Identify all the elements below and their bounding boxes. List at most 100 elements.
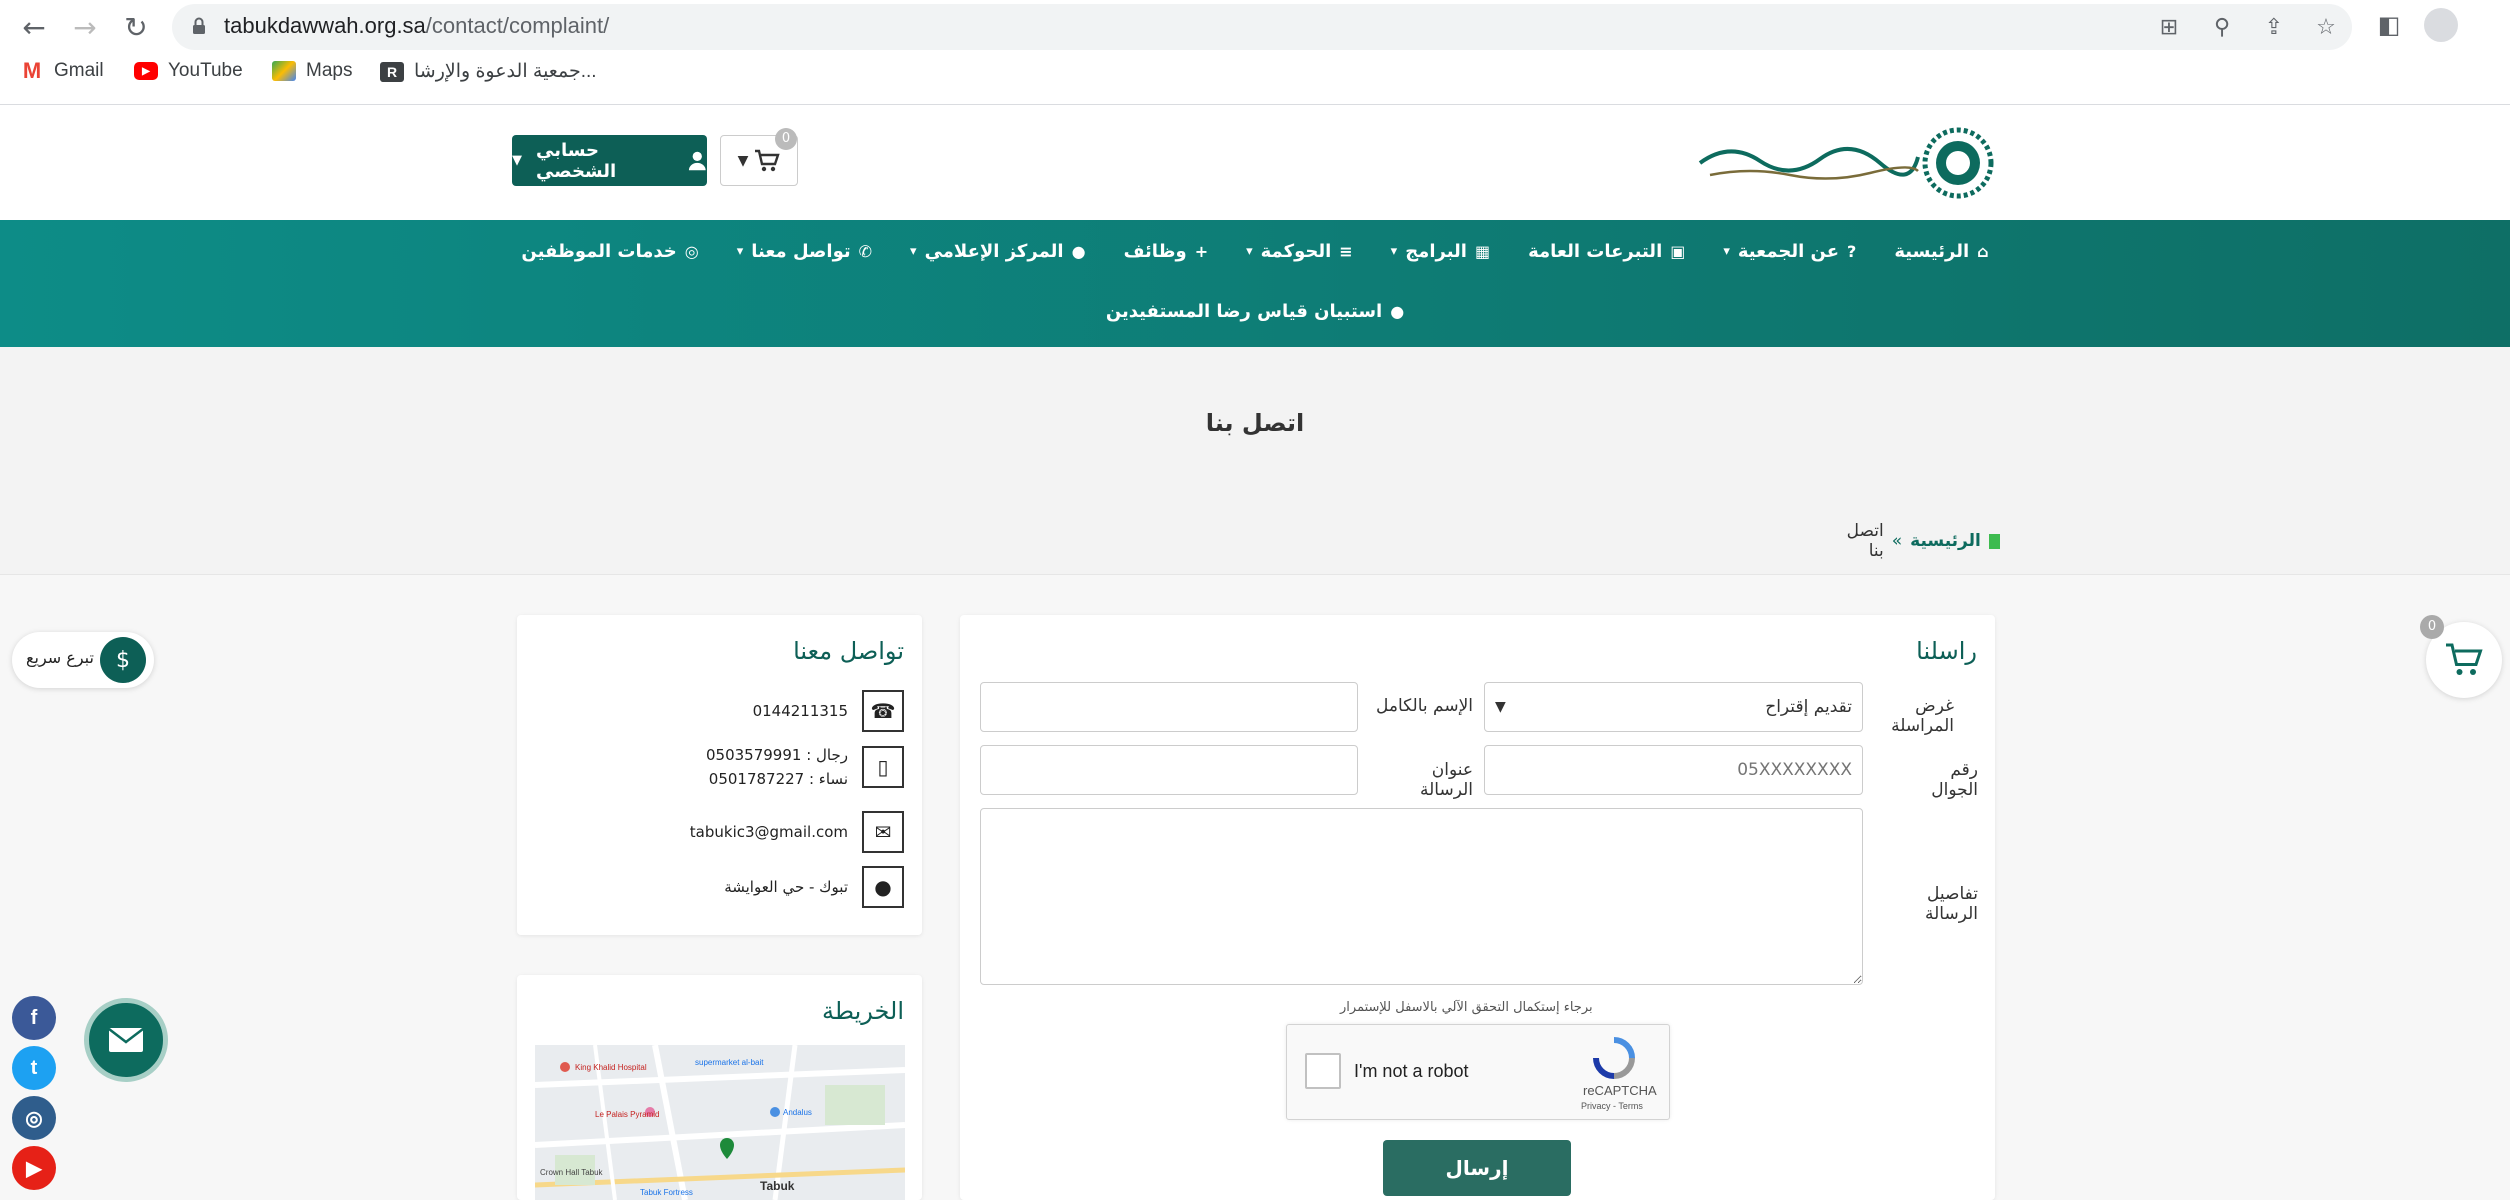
gmail-icon: M (22, 58, 42, 83)
nav-item-jobs[interactable]: + وظائف (1124, 241, 1209, 262)
main-navigation: ⌂ الرئيسية ? عن الجمعية ▾ ▣ التبرعات العامة … (0, 220, 2510, 347)
page-hero: اتصل بنا الرئيسية » اتصل بنا (0, 347, 2510, 575)
instagram-icon[interactable]: ◎ (12, 1096, 56, 1140)
twitter-icon[interactable]: t (12, 1046, 56, 1090)
breadcrumb-home[interactable]: الرئيسية (1910, 531, 1981, 551)
captcha-note: برجاء إستكمال التحقق الآلي بالاسفل للإست… (1340, 1000, 1593, 1015)
nav-item-programs[interactable]: ▦ البرامج ▾ (1391, 241, 1490, 262)
map-label-supermarket: supermarket al-bait (695, 1058, 764, 1067)
nav-row-primary: ⌂ الرئيسية ? عن الجمعية ▾ ▣ التبرعات العامة … (0, 241, 2510, 262)
contact-mobile-group: رجال : 0503579991 نساء : 0501787227 (706, 743, 848, 791)
subject-field[interactable] (980, 745, 1358, 795)
translate-icon[interactable]: ⊞ (2157, 16, 2181, 40)
url-text: tabukdawwah.org.sa/contact/complaint/ (224, 13, 610, 38)
name-field[interactable] (980, 682, 1358, 732)
nav-item-label: الحوكمة (1260, 241, 1332, 262)
contact-address: تبوك - حي العوايشة (724, 878, 848, 896)
recaptcha-widget[interactable]: I'm not a robot reCAPTCHA Privacy - Term… (1286, 1024, 1670, 1120)
chevron-down-icon: ▼ (512, 153, 522, 168)
nav-item-label: وظائف (1123, 241, 1187, 262)
youtube-social-icon[interactable]: ▶ (12, 1146, 56, 1190)
breadcrumb-current: اتصل بنا (1846, 521, 1884, 561)
chevron-down-icon: ▾ (910, 244, 917, 259)
nav-item-survey[interactable]: ● استبيان قياس رضا المستفيدين (1106, 301, 1404, 322)
contact-mobile-row: ▯ رجال : 0503579991 نساء : 0501787227 (706, 743, 904, 791)
list-icon: ≡ (1339, 242, 1353, 261)
maps-icon (272, 61, 296, 81)
recaptcha-links[interactable]: Privacy - Terms (1581, 1101, 1643, 1111)
contact-mobile-men[interactable]: رجال : 0503579991 (706, 743, 848, 767)
user-plus-icon: + (1194, 242, 1209, 261)
user-icon (689, 151, 707, 170)
recaptcha-text: I'm not a robot (1354, 1061, 1469, 1081)
profile-avatar[interactable] (2424, 8, 2458, 42)
mobile-field[interactable] (1484, 745, 1863, 795)
side-panel-icon[interactable]: ◧ (2374, 10, 2404, 40)
reload-icon[interactable]: ↻ (117, 8, 155, 46)
telephone-icon: ☎ (862, 690, 904, 732)
nav-item-media[interactable]: ● المركز الإعلامي ▾ (910, 241, 1086, 262)
details-textarea[interactable] (980, 808, 1863, 985)
zoom-icon[interactable]: ⚲ (2210, 16, 2234, 40)
nav-item-employee-services[interactable]: ◎ خدمات الموظفين (521, 241, 698, 262)
contact-email[interactable]: tabukic3@gmail.com (690, 820, 848, 844)
site-logo[interactable] (1690, 123, 2000, 203)
contact-email-row: ✉ tabukic3@gmail.com (690, 811, 904, 853)
back-icon[interactable]: ← (15, 8, 53, 46)
map-label-hospital: King Khalid Hospital (575, 1063, 647, 1072)
youtube-icon: ▶ (134, 62, 158, 80)
purpose-select[interactable]: تقديم إقتراح ▼ (1484, 682, 1863, 732)
nav-item-governance[interactable]: ≡ الحوكمة ▾ (1246, 241, 1353, 262)
bookmark-gmail[interactable]: M Gmail (20, 58, 104, 83)
bookmark-youtube[interactable]: ▶ YouTube (134, 60, 243, 82)
recaptcha-checkbox[interactable] (1305, 1053, 1341, 1089)
share-icon[interactable]: ⇪ (2262, 16, 2286, 40)
map-label-crown: Crown Hall Tabuk (540, 1168, 604, 1177)
nav-item-about[interactable]: ? عن الجمعية ▾ (1723, 241, 1856, 262)
site-header: ▼ 0 ▼ حسابي الشخصي (0, 105, 2510, 220)
cart-icon (2446, 643, 2483, 675)
address-bar[interactable]: tabukdawwah.org.sa/contact/complaint/ ⊞ … (172, 4, 2352, 50)
map-graphic: King Khalid Hospital supermarket al-bait… (535, 1045, 905, 1200)
recaptcha-brand: reCAPTCHA (1583, 1083, 1657, 1098)
money-icon: ▣ (1670, 242, 1686, 261)
facebook-icon[interactable]: f (12, 996, 56, 1040)
r-icon: R (380, 61, 404, 82)
nav-item-home[interactable]: ⌂ الرئيسية (1894, 241, 1988, 262)
star-icon[interactable]: ☆ (2314, 16, 2338, 40)
forward-icon[interactable]: → (66, 8, 104, 46)
nav-item-label: عن الجمعية (1737, 241, 1840, 262)
nav-item-donations[interactable]: ▣ التبرعات العامة (1528, 241, 1685, 262)
cart-icon (755, 149, 781, 171)
nav-item-label: التبرعات العامة (1528, 241, 1663, 262)
floating-cart-count: 0 (2420, 615, 2444, 639)
contact-phone[interactable]: 0144211315 (753, 699, 848, 723)
contact-address-row: ● تبوك - حي العوايشة (724, 866, 904, 908)
bookmark-maps[interactable]: Maps (272, 60, 352, 82)
recaptcha-icon (1593, 1037, 1635, 1079)
donate-hand-icon: $ (100, 637, 146, 683)
map-label-city: Tabuk (760, 1179, 795, 1193)
chevron-down-icon: ▼ (1495, 699, 1506, 715)
page-title: اتصل بنا (1205, 409, 1305, 437)
map-pin-icon: ● (1390, 302, 1405, 321)
chevron-down-icon: ▾ (1723, 244, 1730, 259)
contact-title: تواصل معنا (793, 637, 904, 665)
contact-mobile-women[interactable]: نساء : 0501787227 (706, 767, 848, 791)
location-map[interactable]: King Khalid Hospital supermarket al-bait… (535, 1045, 905, 1200)
nav-row-secondary: ● استبيان قياس رضا المستفيدين (0, 301, 2510, 322)
quick-donate-label: تبرع سريع (26, 648, 94, 667)
bookmark-tabukdawwah[interactable]: R جمعية الدعوة والإرشا... (380, 60, 597, 83)
nav-item-contact[interactable]: ✆ تواصل معنا ▾ (737, 241, 872, 262)
breadcrumb-separator: » (1891, 531, 1903, 551)
microphone-icon: ● (1071, 242, 1086, 261)
submit-button[interactable]: إرسال (1383, 1140, 1571, 1196)
purpose-label: غرض المراسلة (1891, 696, 1954, 736)
bookmark-label: جمعية الدعوة والإرشا... (414, 61, 597, 82)
details-label: تفاصيل الرسالة (1924, 884, 1978, 924)
bookmark-icon (1988, 533, 2000, 549)
contact-mail-button[interactable] (84, 998, 168, 1082)
chevron-down-icon: ▾ (736, 244, 744, 259)
quick-donate-button[interactable]: تبرع سريع $ (12, 632, 154, 688)
account-button[interactable]: ▼ حسابي الشخصي (512, 135, 707, 186)
